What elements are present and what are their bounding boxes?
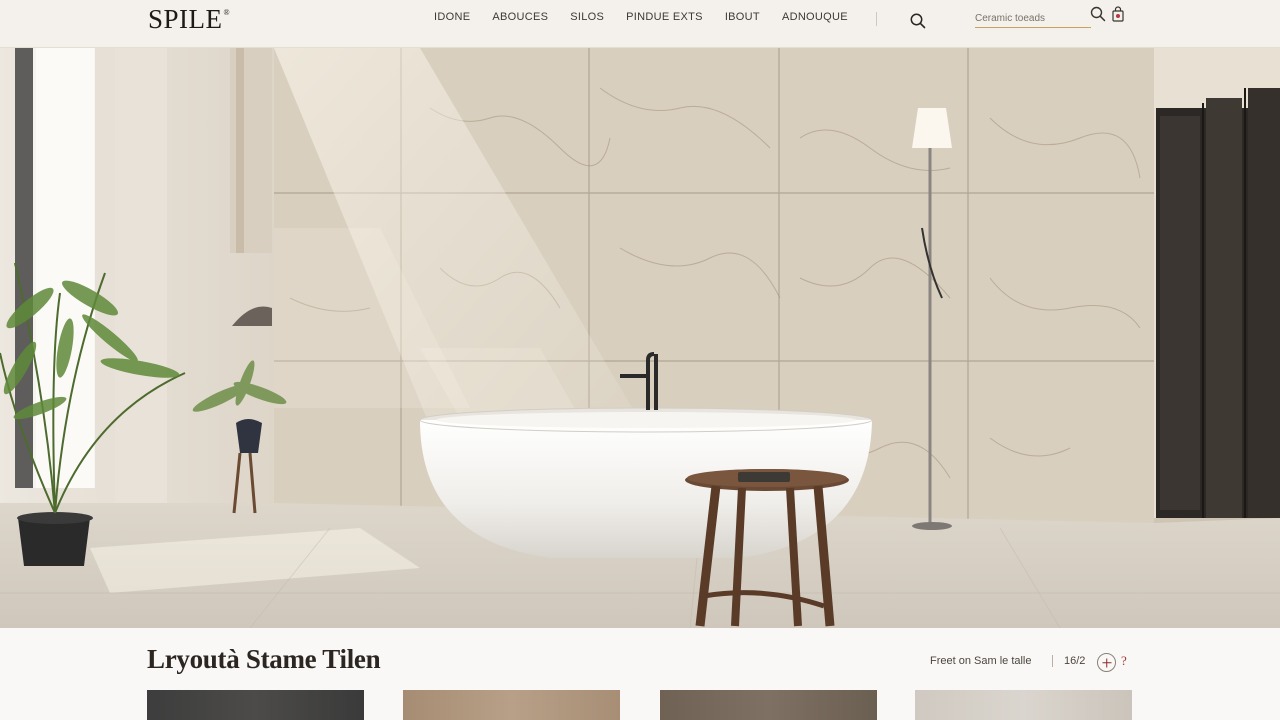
nav-item-ibout[interactable]: IBOUT	[725, 11, 760, 23]
nav-item-idone[interactable]: IDONE	[434, 11, 470, 23]
site-header: SPILE® IDONE ABOUCES SILOS PINDUE EXTS I…	[0, 0, 1280, 48]
tile-card-charcoal[interactable]	[147, 690, 364, 720]
nav-item-silos[interactable]: SILOS	[570, 11, 604, 23]
bathroom-scene	[0, 48, 1280, 628]
tile-card-sand[interactable]	[403, 690, 620, 720]
add-button[interactable]	[1097, 653, 1116, 672]
section-title: Lryoutà Stame Tilen	[147, 644, 381, 674]
hero-image	[0, 48, 1280, 628]
registered-mark: ®	[223, 8, 231, 17]
tile-collection-section: Lryoutà Stame Tilen Freet on Sam le tall…	[0, 628, 1280, 720]
search-submit-icon[interactable]	[1089, 5, 1107, 23]
brand-logo[interactable]: SPILE®	[148, 4, 230, 35]
brand-logo-text[interactable]: SPILE	[148, 4, 223, 34]
tile-card-taupe[interactable]	[660, 690, 877, 720]
count-divider	[1052, 655, 1053, 667]
nav-item-adnouque[interactable]: ADNOUQUE	[782, 11, 848, 23]
nav-divider	[876, 12, 877, 26]
nav-item-abouces[interactable]: ABOUCES	[492, 11, 548, 23]
help-button[interactable]: ?	[1121, 653, 1127, 669]
search-input[interactable]	[975, 6, 1091, 27]
search-input-wrapper	[975, 6, 1091, 28]
sort-filter-link[interactable]: Freet on Sam le talle	[930, 655, 1032, 667]
result-count: 16/2	[1064, 655, 1086, 667]
main-navigation: IDONE ABOUCES SILOS PINDUE EXTS IBOUT AD…	[434, 11, 870, 23]
nav-item-pindue-exts[interactable]: PINDUE EXTS	[626, 11, 703, 23]
tile-card-light-grey[interactable]	[915, 690, 1132, 720]
search-icon[interactable]	[908, 11, 928, 31]
cart-icon[interactable]	[1111, 6, 1125, 22]
